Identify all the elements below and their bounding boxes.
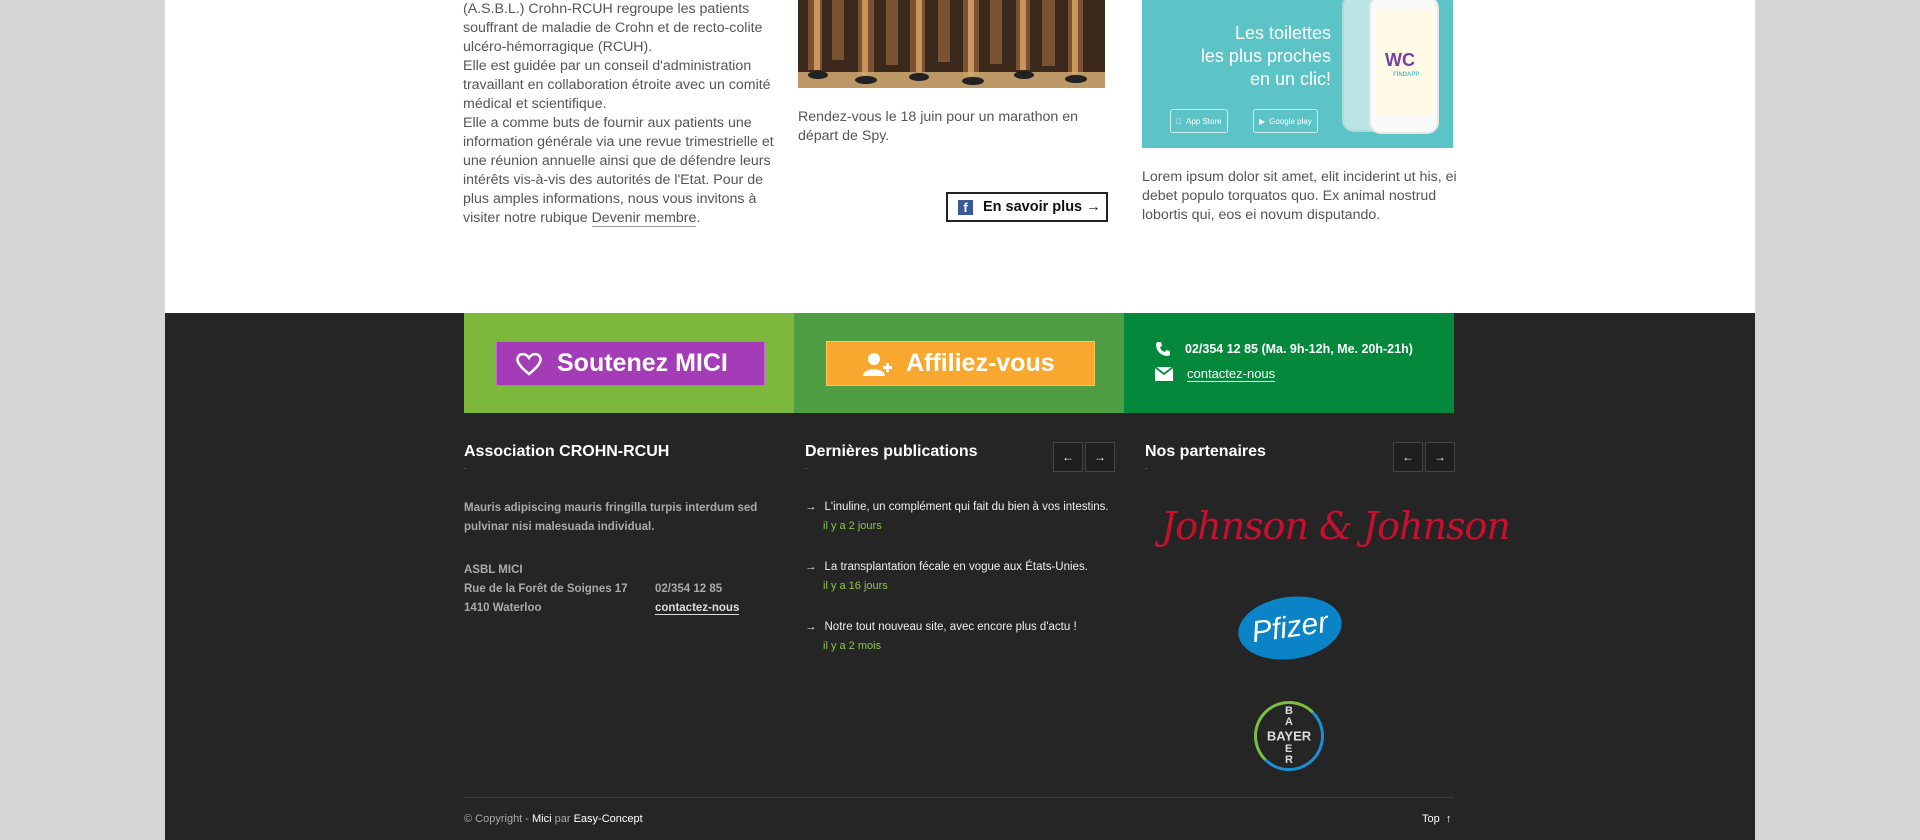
phone-mockup: WC FINDAPP	[1369, 0, 1439, 134]
assoc-description: Mauris adipiscing mauris fringilla turpi…	[464, 502, 758, 533]
support-button[interactable]: Soutenez MICI	[496, 341, 765, 386]
bayer-vertical-top: BA	[1285, 705, 1293, 728]
marathon-image[interactable]	[798, 0, 1105, 88]
event-caption: Rendez-vous le 18 juin pour un marathon …	[798, 109, 1078, 144]
wc-app-logo: WC	[1385, 50, 1415, 70]
footer-contact-block: 02/354 12 85 contactez-nous	[655, 580, 740, 618]
wc-app-banner[interactable]: Les toilettes les plus proches en un cli…	[1142, 0, 1453, 148]
title-divider: .	[1145, 461, 1148, 471]
contact-link[interactable]: contactez-nous	[1187, 366, 1276, 382]
bayer-logo[interactable]: BAYER BA ER	[1254, 701, 1324, 771]
about-paragraph: Elle est guidée par un conseil d'adminis…	[463, 58, 771, 112]
publications-prev-button[interactable]: ←	[1053, 442, 1083, 472]
add-user-icon	[863, 352, 892, 376]
agency-link[interactable]: Easy-Concept	[574, 813, 643, 825]
more-info-label: En savoir plus →	[983, 199, 1101, 215]
phone-hours: 02/354 12 85 (Ma. 9h-12h, Me. 20h-21h)	[1185, 342, 1413, 356]
partners-prev-button[interactable]: ←	[1393, 442, 1423, 472]
publication-item[interactable]: → L'inuline, un complément qui fait du bi…	[805, 501, 1125, 532]
about-paragraph: Elle a comme buts de fournir aux patient…	[463, 115, 774, 227]
envelope-icon	[1155, 367, 1173, 381]
more-info-button[interactable]: f En savoir plus →	[946, 192, 1108, 222]
arrow-right-icon: →	[805, 561, 817, 573]
arrow-right-icon: →	[805, 621, 817, 633]
partners-title: Nos partenaires	[1145, 443, 1266, 460]
cta-contact-panel	[1124, 313, 1454, 413]
phone-line: 02/354 12 85 (Ma. 9h-12h, Me. 20h-21h)	[1155, 341, 1413, 357]
contact-line: contactez-nous	[1155, 366, 1276, 382]
publication-date: il y a 2 mois	[823, 640, 882, 652]
heart-icon	[516, 352, 542, 376]
publication-date: il y a 2 jours	[823, 520, 882, 532]
phone-screen: WC FINDAPP	[1375, 10, 1433, 116]
publications-next-button[interactable]: →	[1085, 442, 1115, 472]
facebook-icon: f	[958, 199, 973, 215]
about-text: (A.S.B.L.) Crohn-RCUH regroupe les patie…	[463, 0, 781, 228]
bayer-vertical-bottom: ER	[1285, 743, 1293, 766]
publication-item[interactable]: → Notre tout nouveau site, avec encore pl…	[805, 621, 1125, 652]
publication-date: il y a 16 jours	[823, 580, 888, 592]
site-link[interactable]: Mici	[532, 813, 552, 825]
back-to-top-link[interactable]: Top ↑	[1422, 813, 1451, 825]
footer-contact-link[interactable]: contactez-nous	[655, 602, 740, 615]
join-button-label: Affiliez-vous	[906, 349, 1055, 377]
runners-illustration	[798, 0, 1105, 88]
assoc-title: Association CROHN-RCUH	[464, 443, 670, 460]
partners-next-button[interactable]: →	[1425, 442, 1455, 472]
johnson-johnson-logo[interactable]: Johnson & Johnson	[1161, 504, 1511, 548]
app-store-badge[interactable]:  App Store	[1170, 109, 1228, 133]
title-divider: .	[805, 461, 808, 471]
publication-item[interactable]: → La transplantation fécale en vogue aux …	[805, 561, 1125, 592]
wc-banner-headline: Les toilettes les plus proches en un cli…	[1200, 23, 1331, 89]
arrow-right-icon: →	[805, 501, 817, 513]
wc-app-subtitle: FINDAPP	[1393, 72, 1420, 78]
phone-icon	[1156, 342, 1170, 356]
join-button[interactable]: Affiliez-vous	[826, 341, 1095, 386]
google-play-badge[interactable]: ▶ Google play	[1253, 109, 1318, 133]
page: (A.S.B.L.) Crohn-RCUH regroupe les patie…	[165, 0, 1755, 840]
address-block: ASBL MICI Rue de la Forêt de Soignes 17 …	[464, 564, 628, 614]
copyright: © Copyright - Mici par Easy-Concept	[464, 813, 643, 825]
publications-title: Dernières publications	[805, 443, 978, 460]
title-divider: .	[464, 461, 467, 471]
become-member-link[interactable]: Devenir membre	[591, 210, 697, 227]
play-icon: ▶	[1259, 116, 1266, 126]
support-button-label: Soutenez MICI	[557, 349, 728, 377]
about-paragraph: (A.S.B.L.) Crohn-RCUH regroupe les patie…	[463, 1, 763, 55]
arrow-up-icon: ↑	[1445, 813, 1452, 825]
footer-phone: 02/354 12 85	[655, 583, 723, 595]
wc-app-description: Lorem ipsum dolor sit amet, elit incider…	[1142, 169, 1457, 223]
apple-icon: 	[1176, 117, 1182, 126]
footer-divider	[464, 797, 1454, 798]
